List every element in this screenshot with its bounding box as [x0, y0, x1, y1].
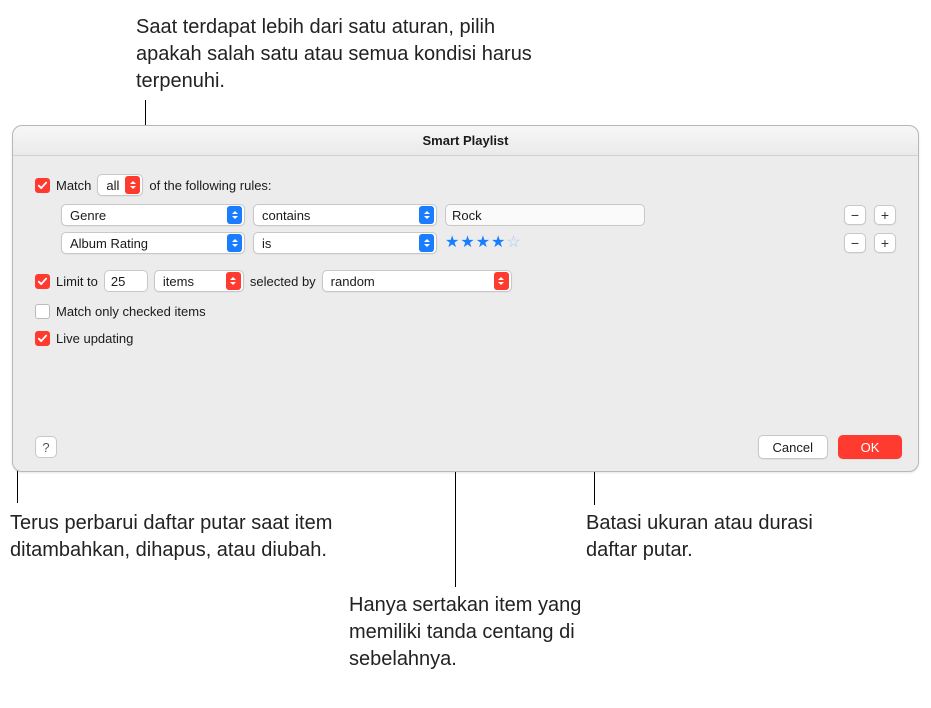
match-only-checked-label: Match only checked items — [56, 304, 206, 319]
rule-value-input[interactable]: Rock — [445, 204, 645, 226]
remove-rule-button[interactable]: − — [844, 205, 866, 225]
star-outline-icon: ☆ — [506, 235, 520, 251]
limit-checkbox[interactable] — [35, 274, 50, 289]
star-icon: ★ — [476, 235, 490, 251]
stepper-icon — [226, 272, 241, 290]
limit-label: Limit to — [56, 274, 98, 289]
selected-by-label: selected by — [250, 274, 316, 289]
limit-count-value: 25 — [111, 274, 125, 289]
rule-value-stars[interactable]: ★ ★ ★ ★ ☆ — [445, 235, 521, 251]
rule-field-value: Genre — [70, 208, 106, 223]
ok-button[interactable]: OK — [838, 435, 902, 459]
smart-playlist-dialog: Smart Playlist Match all of the followin… — [12, 125, 919, 472]
rule-row: Genre contains Rock − + — [61, 204, 896, 226]
rule-operator-value: is — [262, 236, 271, 251]
match-only-checked-checkbox[interactable] — [35, 304, 50, 319]
rule-operator-select[interactable]: is — [253, 232, 437, 254]
help-button[interactable]: ? — [35, 436, 57, 458]
star-icon: ★ — [491, 235, 505, 251]
add-rule-button[interactable]: + — [874, 205, 896, 225]
match-only-checked-row: Match only checked items — [35, 304, 896, 319]
stepper-icon — [227, 234, 242, 252]
match-suffix: of the following rules: — [149, 178, 271, 193]
limit-unit-value: items — [163, 274, 194, 289]
rule-field-select[interactable]: Album Rating — [61, 232, 245, 254]
callout-right: Batasi ukuran atau durasi daftar putar. — [586, 510, 846, 564]
selected-by-value: random — [331, 274, 375, 289]
stepper-icon — [419, 206, 434, 224]
limit-row: Limit to 25 items selected by random — [35, 270, 896, 292]
match-prefix: Match — [56, 178, 91, 193]
live-updating-label: Live updating — [56, 331, 133, 346]
rule-field-select[interactable]: Genre — [61, 204, 245, 226]
match-mode-select[interactable]: all — [97, 174, 143, 196]
match-row: Match all of the following rules: — [35, 174, 896, 196]
remove-rule-button[interactable]: − — [844, 233, 866, 253]
limit-count-input[interactable]: 25 — [104, 270, 148, 292]
dialog-footer: ? Cancel OK — [13, 435, 918, 459]
limit-unit-select[interactable]: items — [154, 270, 244, 292]
callout-left: Terus perbarui daftar putar saat item di… — [10, 510, 340, 564]
cancel-button[interactable]: Cancel — [758, 435, 828, 459]
live-updating-row: Live updating — [35, 331, 896, 346]
match-checkbox[interactable] — [35, 178, 50, 193]
dialog-title: Smart Playlist — [13, 126, 918, 156]
callout-top: Saat terdapat lebih dari satu aturan, pi… — [136, 14, 536, 95]
rules-list: Genre contains Rock − + — [61, 204, 896, 254]
selected-by-select[interactable]: random — [322, 270, 512, 292]
stepper-icon — [227, 206, 242, 224]
star-icon: ★ — [445, 235, 459, 251]
rule-operator-value: contains — [262, 208, 310, 223]
add-rule-button[interactable]: + — [874, 233, 896, 253]
stepper-icon — [125, 176, 140, 194]
rule-operator-select[interactable]: contains — [253, 204, 437, 226]
stepper-icon — [494, 272, 509, 290]
rule-value-text: Rock — [452, 208, 482, 223]
match-mode-value: all — [106, 178, 119, 193]
live-updating-checkbox[interactable] — [35, 331, 50, 346]
stepper-icon — [419, 234, 434, 252]
callout-mid: Hanya sertakan item yang memiliki tanda … — [349, 592, 629, 673]
star-icon: ★ — [460, 235, 474, 251]
rule-field-value: Album Rating — [70, 236, 148, 251]
rule-row: Album Rating is ★ ★ ★ ★ ☆ — [61, 232, 896, 254]
